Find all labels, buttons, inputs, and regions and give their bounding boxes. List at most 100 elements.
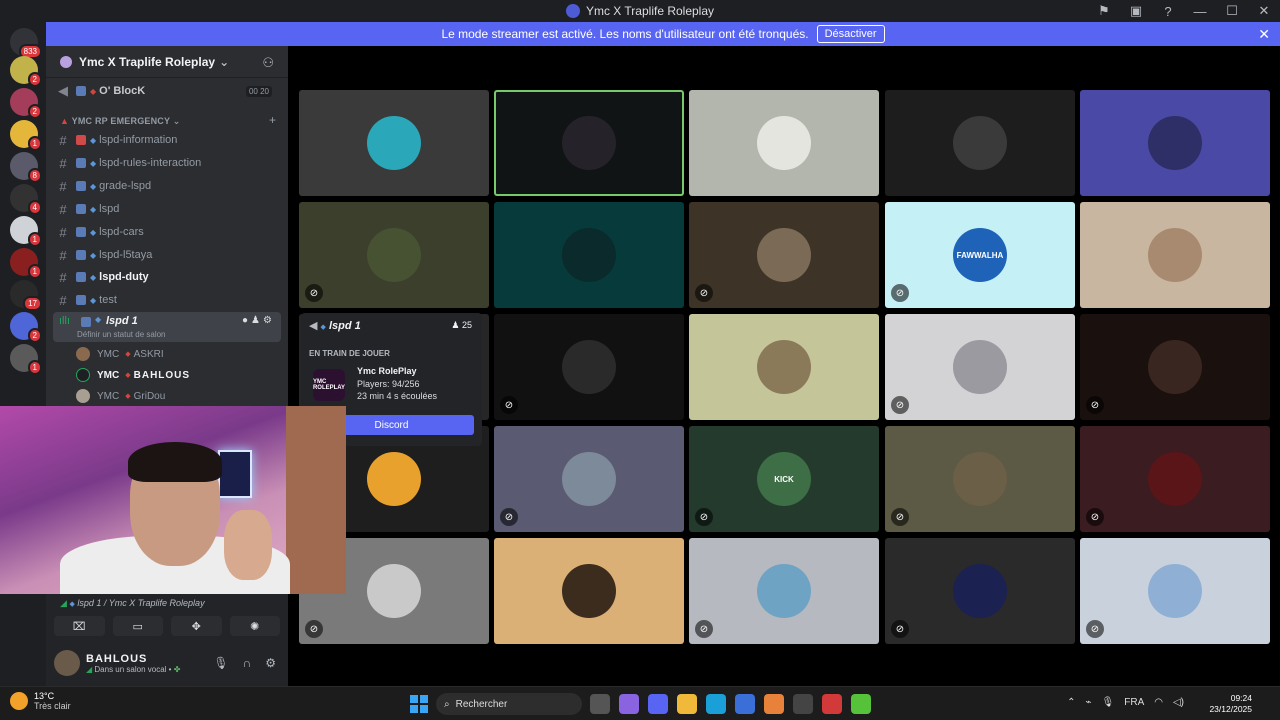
- video-tile[interactable]: ⊘: [1080, 314, 1270, 420]
- voice-member[interactable]: YMC ◆ ASKRI: [76, 344, 164, 364]
- channel-item[interactable]: # ◆ lspd-cars: [54, 221, 282, 243]
- copilot-icon[interactable]: [619, 694, 639, 714]
- channel-actions-icons[interactable]: ●♟⚙: [242, 315, 275, 326]
- server-icon[interactable]: 1: [10, 216, 42, 247]
- invite-icon[interactable]: ⚇: [262, 55, 274, 71]
- user-area[interactable]: BAHLOUS ◢ Dans un salon vocal • ✤: [54, 650, 180, 676]
- disable-streamer-button[interactable]: Désactiver: [816, 25, 885, 43]
- server-icon[interactable]: 1: [10, 248, 42, 279]
- channel-item[interactable]: # ◆ lspd: [54, 198, 282, 220]
- wifi-icon[interactable]: ◠: [1154, 697, 1163, 708]
- minimize-button[interactable]: —: [1184, 4, 1216, 19]
- discord-icon[interactable]: [648, 694, 668, 714]
- microphone-icon[interactable]: 🎙︎: [1102, 697, 1115, 708]
- server-icon[interactable]: 4: [10, 184, 42, 215]
- home-button[interactable]: 833: [10, 28, 42, 59]
- settings-gear-icon[interactable]: ⚙: [265, 656, 276, 670]
- video-tile[interactable]: [494, 202, 684, 308]
- camera-toggle-button[interactable]: ⌧: [54, 616, 105, 636]
- voice-member[interactable]: YMC ◆ GriDou: [76, 386, 165, 406]
- voice-channel-oblock[interactable]: ◀ ◆ O' BlocK 00 20: [54, 80, 282, 102]
- video-tile[interactable]: ⊘: [689, 202, 879, 308]
- video-tile[interactable]: ⊘: [885, 538, 1075, 644]
- video-tile[interactable]: FAWWALHA ⊘: [885, 202, 1075, 308]
- police-icon: [81, 317, 91, 327]
- voice-member[interactable]: YMC ◆ BAHLOUS: [76, 365, 190, 385]
- start-button[interactable]: [410, 695, 428, 713]
- channel-item[interactable]: # ◆ lspd-rules-interaction: [54, 152, 282, 174]
- channel-item[interactable]: # ◆ grade-lspd: [54, 175, 282, 197]
- video-tile[interactable]: ⊘: [885, 314, 1075, 420]
- channel-emoji-icon: [76, 86, 86, 96]
- voice-location[interactable]: ◢ ◆ lspd 1 / Ymc X Traplife Roleplay: [60, 598, 205, 609]
- video-tile[interactable]: [885, 90, 1075, 196]
- diamond-icon: ◆: [125, 393, 131, 400]
- channel-item[interactable]: # ◆ lspd-l5taya: [54, 244, 282, 266]
- video-tile[interactable]: ⊘: [1080, 426, 1270, 532]
- server-icon[interactable]: 2: [10, 88, 42, 119]
- app-icon[interactable]: [851, 694, 871, 714]
- video-tile[interactable]: [494, 538, 684, 644]
- help-icon[interactable]: ?: [1152, 4, 1184, 19]
- category-header[interactable]: ▲ YMC RP EMERGENCY ⌄: [60, 116, 181, 127]
- video-tile[interactable]: ⊘: [1080, 538, 1270, 644]
- file-explorer-icon[interactable]: [677, 694, 697, 714]
- microphone-icon[interactable]: 🎙︎: [213, 656, 228, 670]
- avatar: [562, 228, 616, 282]
- soundboard-button[interactable]: ✺: [229, 616, 280, 636]
- close-window-button[interactable]: ✕: [1248, 3, 1280, 19]
- inbox-icon[interactable]: ⚑: [1088, 3, 1120, 19]
- video-tile[interactable]: [494, 90, 684, 196]
- window-title: Ymc X Traplife Roleplay: [585, 4, 715, 18]
- clock[interactable]: 09:24 23/12/2025: [1209, 693, 1252, 715]
- video-tile[interactable]: [299, 90, 489, 196]
- app-icon[interactable]: [822, 694, 842, 714]
- server-icon[interactable]: 1: [10, 344, 42, 375]
- server-icon[interactable]: 1: [10, 120, 42, 151]
- video-tile[interactable]: [1080, 202, 1270, 308]
- taskbar-search[interactable]: ⌕ Rechercher: [436, 693, 582, 715]
- chevron-up-icon[interactable]: ⌃: [1067, 697, 1075, 708]
- user-name: BAHLOUS: [86, 652, 148, 665]
- video-tile[interactable]: KICK ⊘: [689, 426, 879, 532]
- volume-icon[interactable]: ◁): [1173, 697, 1184, 708]
- channel-item[interactable]: # ◆ test: [54, 289, 282, 311]
- video-tile[interactable]: [1080, 90, 1270, 196]
- video-tile[interactable]: [689, 314, 879, 420]
- video-tile[interactable]: ⊘: [689, 538, 879, 644]
- edge-icon[interactable]: [706, 694, 726, 714]
- channel-status-input[interactable]: Définir un statut de salon: [77, 330, 166, 339]
- steam-icon[interactable]: [793, 694, 813, 714]
- game-logo-icon: YMC ROLEPLAY: [313, 369, 345, 401]
- video-tile[interactable]: ⊘: [494, 314, 684, 420]
- activities-button[interactable]: ✥: [171, 616, 222, 636]
- maximize-button[interactable]: ☐: [1216, 3, 1248, 19]
- channel-item[interactable]: # ◆ lspd-information: [54, 129, 282, 151]
- voice-status-icon: ◢: [86, 664, 93, 674]
- add-channel-icon[interactable]: +: [269, 113, 276, 127]
- server-icon[interactable]: 17: [10, 280, 42, 311]
- channel-item[interactable]: # ◆ lspd-duty: [54, 266, 282, 288]
- video-tile[interactable]: ⊘: [494, 426, 684, 532]
- diamond-icon: ◆: [90, 295, 97, 305]
- screen-icon[interactable]: ▣: [1120, 3, 1152, 19]
- server-header[interactable]: Ymc X Traplife Roleplay ⌄ ⚇: [46, 46, 288, 78]
- video-tile[interactable]: ⊘: [299, 202, 489, 308]
- active-voice-channel[interactable]: ıllı ◆ lspd 1 Définir un statut de salon…: [53, 312, 281, 342]
- screen-share-button[interactable]: ▭: [112, 616, 163, 636]
- weather-widget[interactable]: 13°C Très clair: [10, 691, 71, 711]
- task-view-icon[interactable]: [590, 694, 610, 714]
- network-icon[interactable]: ⌁: [1086, 697, 1092, 708]
- app-icon[interactable]: [764, 694, 784, 714]
- server-icon[interactable]: 8: [10, 152, 42, 183]
- diamond-icon: ◆: [90, 227, 97, 237]
- server-icon[interactable]: 2: [10, 56, 42, 87]
- video-tile[interactable]: ⊘: [885, 426, 1075, 532]
- store-icon[interactable]: [735, 694, 755, 714]
- server-icon[interactable]: 2: [10, 312, 42, 343]
- headphones-icon[interactable]: ∩: [243, 656, 252, 670]
- activity-section-label: EN TRAIN DE JOUER: [309, 349, 390, 358]
- banner-close-icon[interactable]: ✕: [1258, 26, 1270, 43]
- video-tile[interactable]: [689, 90, 879, 196]
- language-indicator[interactable]: FRA: [1124, 697, 1144, 708]
